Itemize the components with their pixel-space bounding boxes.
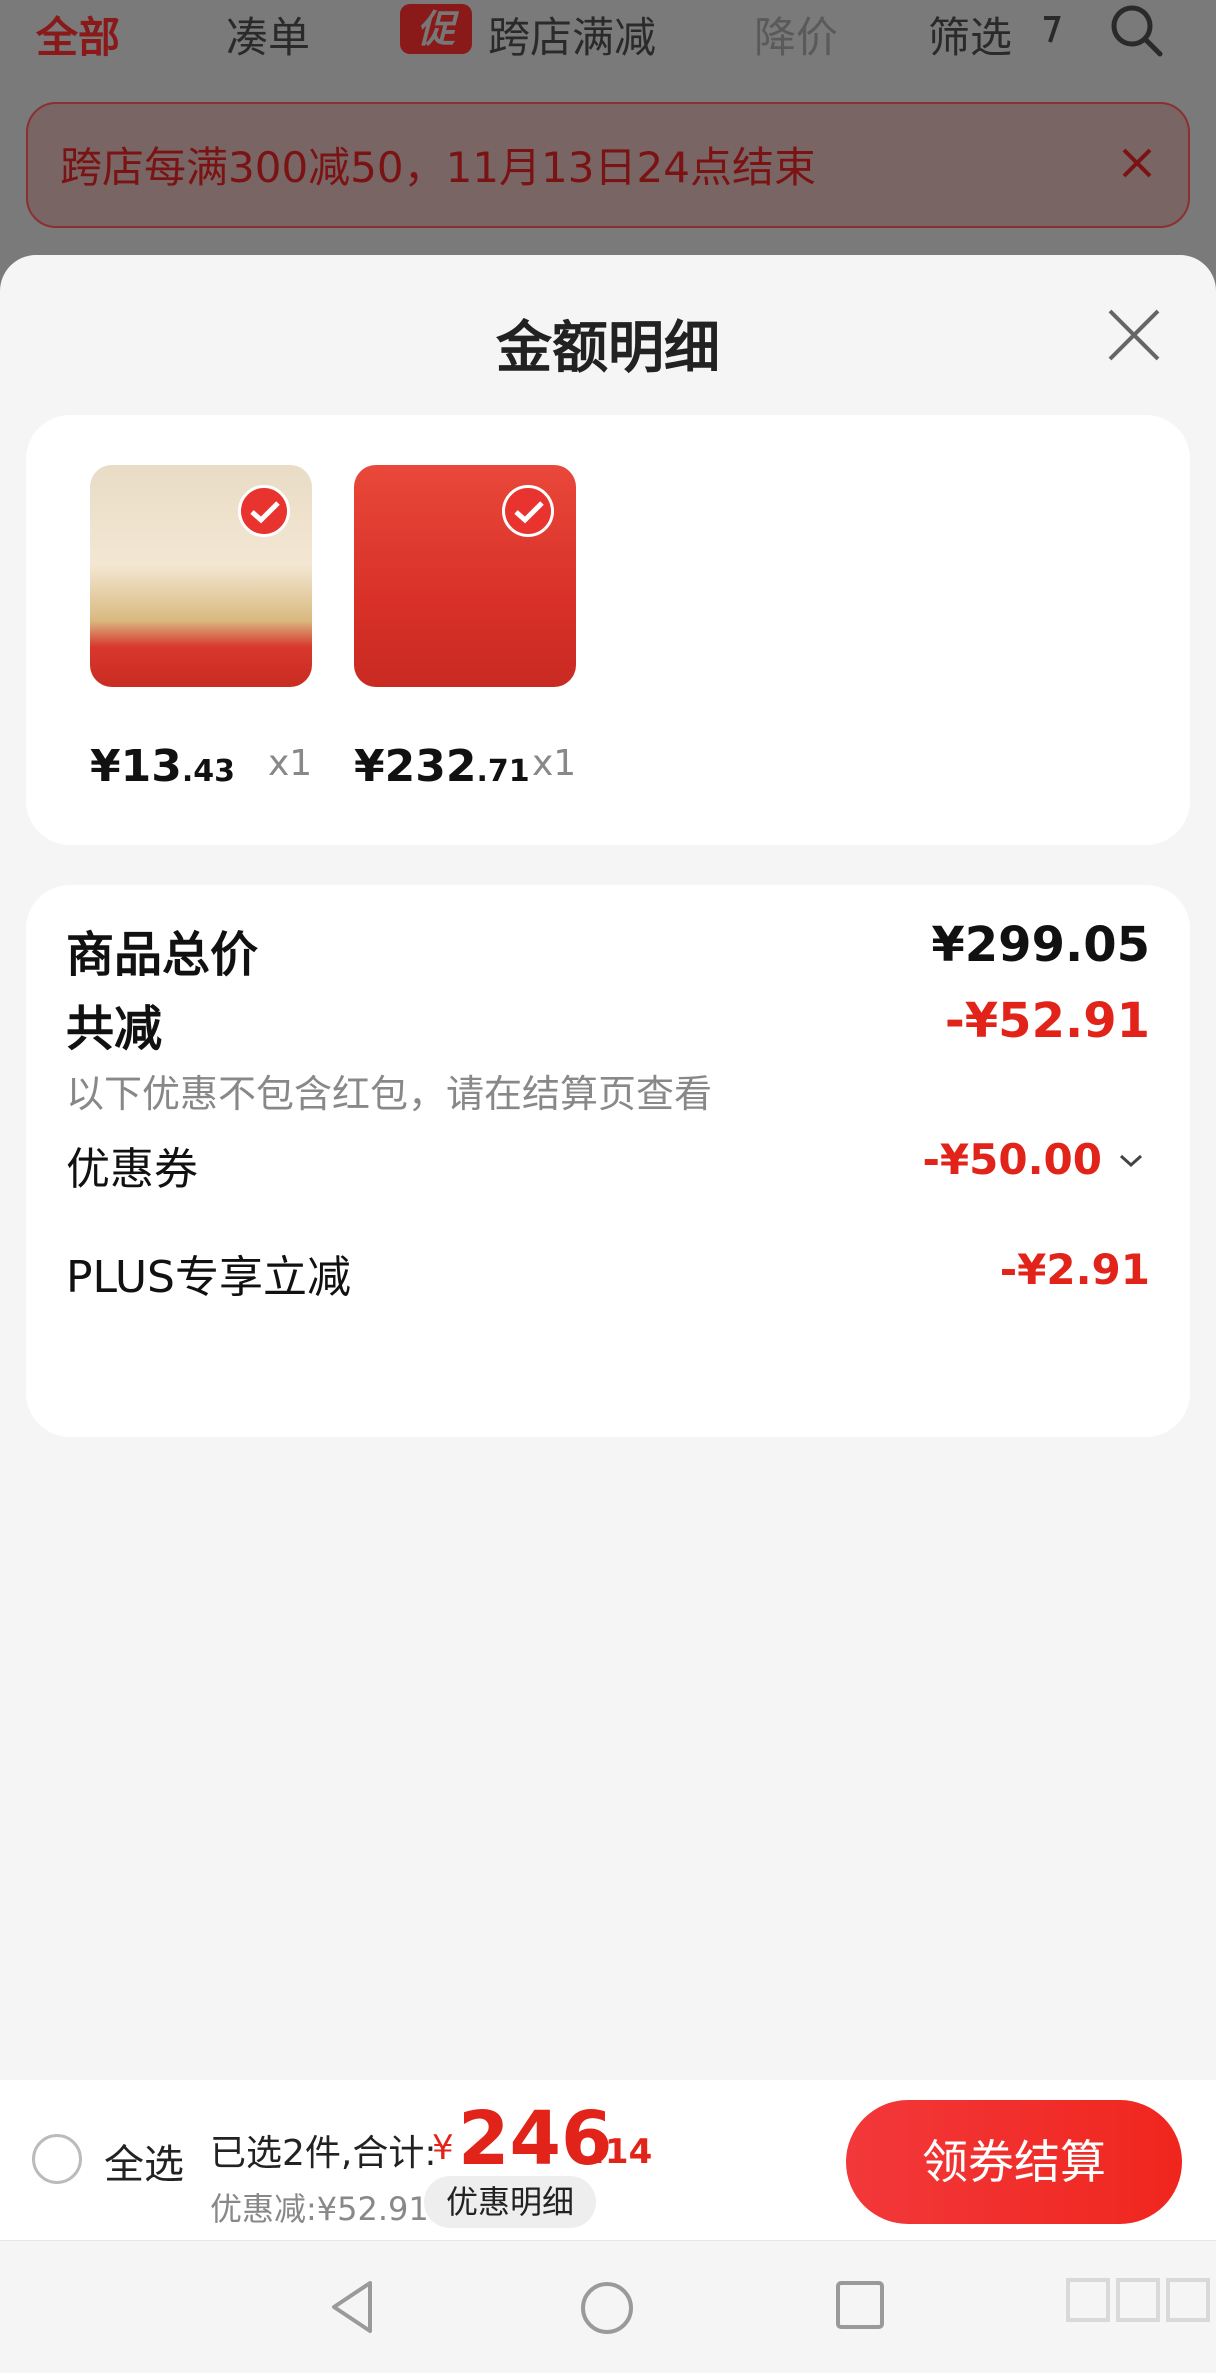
product-list-card: ¥13.43 x1 ¥232.71 x1	[26, 415, 1190, 845]
product-item[interactable]: ¥232.71 x1	[354, 465, 576, 792]
product-image	[354, 465, 576, 687]
product-image	[90, 465, 312, 687]
tab-bundle[interactable]: 凑单	[226, 4, 310, 65]
nav-recent-icon[interactable]	[834, 2279, 886, 2335]
price-decimal: .71	[476, 754, 530, 789]
watermark-logo	[1066, 2278, 1210, 2322]
sheet-title: 金额明细	[496, 316, 720, 381]
discount-label: 共减	[66, 1001, 163, 1057]
plus-discount-label: PLUS专享立减	[66, 1252, 351, 1303]
promo-notice-banner: 跨店每满300减50，11月13日24点结束	[26, 102, 1190, 228]
product-price: ¥13.43	[90, 741, 235, 792]
price-integer: ¥232	[354, 741, 477, 792]
discount-value: -¥52.91	[944, 993, 1150, 1049]
system-nav-bar	[0, 2240, 1216, 2373]
price-summary-card: 商品总价 ¥299.05 共减 -¥52.91 以下优惠不包含红包，请在结算页查…	[26, 885, 1190, 1437]
price-decimal: .43	[181, 754, 236, 789]
product-quantity: x1	[532, 743, 577, 784]
discount-note: 以下优惠不包含红包，请在结算页查看	[66, 1072, 713, 1116]
price-integer: ¥13	[90, 741, 182, 792]
nav-home-icon[interactable]	[578, 2279, 636, 2341]
plus-discount-value: -¥2.91	[999, 1245, 1150, 1294]
amount-detail-sheet: 金额明细 ¥13.43 x1 ¥232.71 x1 商品总价 ¥299.05 共…	[0, 255, 1216, 2372]
product-price: ¥232.71	[354, 741, 530, 792]
checkmark-icon	[502, 485, 554, 537]
filter-icon[interactable]	[1040, 10, 1064, 54]
close-icon[interactable]	[1104, 305, 1164, 369]
checkmark-icon	[238, 485, 290, 537]
tab-cross-store[interactable]: 跨店满减	[488, 4, 656, 65]
tab-filter[interactable]: 筛选	[928, 4, 1012, 65]
coupon-value[interactable]: -¥50.00	[922, 1135, 1102, 1184]
nav-back-icon[interactable]	[326, 2279, 378, 2339]
tab-all[interactable]: 全部	[36, 4, 120, 65]
chevron-down-icon[interactable]	[1118, 1153, 1144, 1173]
tab-price-drop[interactable]: 降价	[754, 4, 838, 65]
discount-detail-button[interactable]: 优惠明细	[424, 2176, 597, 2228]
select-all-label[interactable]: 全选	[104, 2132, 184, 2190]
product-quantity: x1	[268, 743, 313, 784]
promo-badge-icon: 促	[400, 4, 472, 54]
total-amount-integer: 246	[458, 2096, 613, 2182]
checkout-button[interactable]: 领券结算	[846, 2100, 1182, 2224]
total-price-label: 商品总价	[66, 927, 259, 983]
selected-summary: 已选2件,合计:	[210, 2133, 437, 2174]
top-tab-bar: 全部 凑单 促 跨店满减 降价 筛选	[0, 0, 1216, 62]
close-icon[interactable]	[1120, 146, 1154, 184]
notice-text: 跨店每满300减50，11月13日24点结束	[60, 143, 816, 192]
total-price-value: ¥299.05	[931, 917, 1150, 973]
total-currency: ¥	[432, 2128, 454, 2168]
discount-summary: 优惠减:¥52.91	[210, 2190, 429, 2228]
coupon-label: 优惠券	[66, 1144, 198, 1195]
search-icon[interactable]	[1108, 2, 1166, 64]
product-item[interactable]: ¥13.43 x1	[90, 465, 312, 792]
total-amount-decimal: .14	[592, 2132, 653, 2172]
select-all-radio[interactable]	[32, 2134, 82, 2184]
checkout-bar: 全选 已选2件,合计: ¥ 246 .14 优惠减:¥52.91 优惠明细 领券…	[0, 2080, 1216, 2240]
